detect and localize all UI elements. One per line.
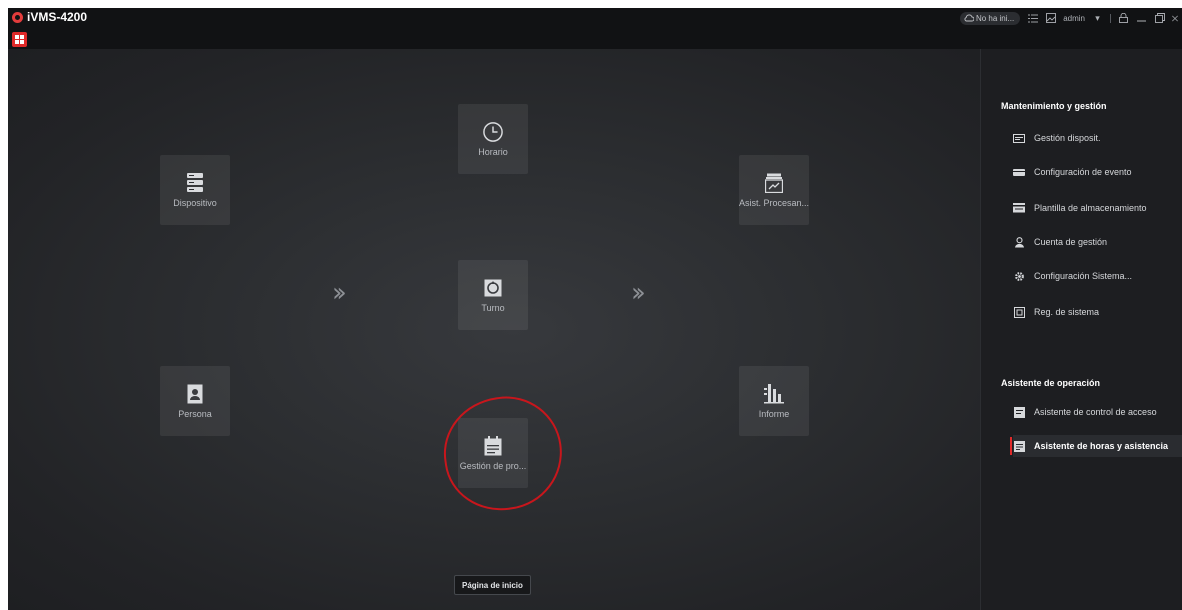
- title-bar-controls: No ha ini... admin ▾: [959, 11, 1178, 25]
- panel-item-cuenta-gestion[interactable]: Cuenta de gestión: [1013, 231, 1182, 253]
- gear-icon: [1013, 271, 1025, 281]
- right-panel: Mantenimiento y gestión Gestión disposit…: [980, 49, 1182, 610]
- panel-item-label: Cuenta de gestión: [1034, 237, 1108, 247]
- flow-arrow-left: ››: [332, 278, 347, 308]
- module-asist-procesan[interactable]: Asist. Procesan...: [739, 155, 809, 225]
- panel-section-operation-title: Asistente de operación: [1001, 378, 1101, 388]
- lock-icon[interactable]: [1118, 13, 1129, 24]
- list-menu-icon[interactable]: [1027, 13, 1038, 24]
- person-card-icon: [185, 384, 205, 404]
- flow-arrow-right: ››: [631, 278, 646, 308]
- module-informe-label: Informe: [758, 408, 790, 419]
- account-icon: [1013, 236, 1025, 247]
- module-gestion-pro-label: Gestión de pro...: [459, 460, 527, 471]
- panel-item-label: Gestión disposit.: [1034, 133, 1101, 143]
- clock-icon: [483, 121, 503, 142]
- panel-item-asistente-horas-asistencia[interactable]: Asistente de horas y asistencia: [1010, 435, 1182, 457]
- home-page-button[interactable]: Página de inicio: [454, 575, 531, 595]
- panel-item-configuracion-evento[interactable]: Configuración de evento: [1013, 161, 1182, 183]
- module-persona[interactable]: Persona: [160, 366, 230, 436]
- panel-item-label: Asistente de horas y asistencia: [1034, 441, 1169, 451]
- main-workflow-area: Dispositivo Persona Horario Turno Gestió…: [8, 49, 980, 610]
- shift-icon: [483, 278, 503, 298]
- module-dispositivo-label: Dispositivo: [173, 197, 217, 208]
- module-dispositivo[interactable]: Dispositivo: [160, 155, 230, 225]
- event-icon: [1013, 167, 1025, 177]
- log-icon: [1013, 306, 1025, 318]
- module-turno[interactable]: Turno: [458, 260, 528, 330]
- image-icon[interactable]: [1045, 13, 1056, 24]
- chevron-down-icon[interactable]: ▾: [1092, 13, 1103, 24]
- panel-item-reg-sistema[interactable]: Reg. de sistema: [1013, 301, 1182, 323]
- panel-item-label: Plantilla de almacenamiento: [1034, 203, 1147, 213]
- module-horario-label: Horario: [478, 146, 508, 157]
- storage-icon: [1013, 203, 1025, 213]
- module-horario[interactable]: Horario: [458, 104, 528, 174]
- panel-item-configuracion-sistema[interactable]: Configuración Sistema...: [1013, 265, 1182, 287]
- panel-item-asistente-control-acceso[interactable]: Asistente de control de acceso: [1013, 401, 1182, 423]
- restore-icon[interactable]: [1154, 13, 1165, 24]
- module-informe[interactable]: Informe: [739, 366, 809, 436]
- close-icon[interactable]: [1172, 13, 1178, 24]
- access-control-icon: [1013, 406, 1025, 418]
- module-gestion-pro[interactable]: Gestión de pro...: [458, 418, 528, 488]
- module-asist-procesan-label: Asist. Procesan...: [738, 197, 810, 208]
- panel-item-gestion-disposit[interactable]: Gestión disposit.: [1013, 127, 1182, 149]
- panel-item-label: Configuración de evento: [1034, 167, 1132, 177]
- app-title: iVMS-4200: [27, 10, 88, 24]
- report-chart-icon: [764, 383, 784, 404]
- app-window: iVMS-4200 No ha ini... admin ▾ Dispositi…: [8, 8, 1182, 610]
- panel-item-label: Configuración Sistema...: [1034, 271, 1133, 281]
- panel-section-maintenance-title: Mantenimiento y gestión: [1001, 101, 1107, 111]
- module-turno-label: Turno: [481, 302, 505, 313]
- minimize-icon[interactable]: [1136, 13, 1147, 24]
- user-name[interactable]: admin: [1063, 14, 1085, 23]
- panel-item-label: Asistente de control de acceso: [1034, 407, 1157, 417]
- device-icon: [1013, 133, 1025, 143]
- cloud-icon: [964, 14, 974, 22]
- divider: [1110, 13, 1111, 23]
- control-panel-grid-icon[interactable]: [12, 32, 27, 47]
- module-persona-label: Persona: [178, 408, 212, 419]
- panel-item-label: Reg. de sistema: [1034, 307, 1100, 317]
- attendance-wizard-icon: [1013, 440, 1025, 452]
- cloud-status-text: No ha ini...: [975, 13, 1015, 23]
- title-bar: iVMS-4200 No ha ini... admin ▾: [8, 8, 1182, 49]
- server-icon: [185, 172, 205, 193]
- attendance-processing-icon: [764, 173, 784, 193]
- cloud-status-button[interactable]: No ha ini...: [959, 11, 1021, 25]
- app-logo-icon: [12, 12, 23, 23]
- panel-item-plantilla-almacenamiento[interactable]: Plantilla de almacenamiento: [1013, 197, 1182, 219]
- calendar-icon: [483, 435, 503, 456]
